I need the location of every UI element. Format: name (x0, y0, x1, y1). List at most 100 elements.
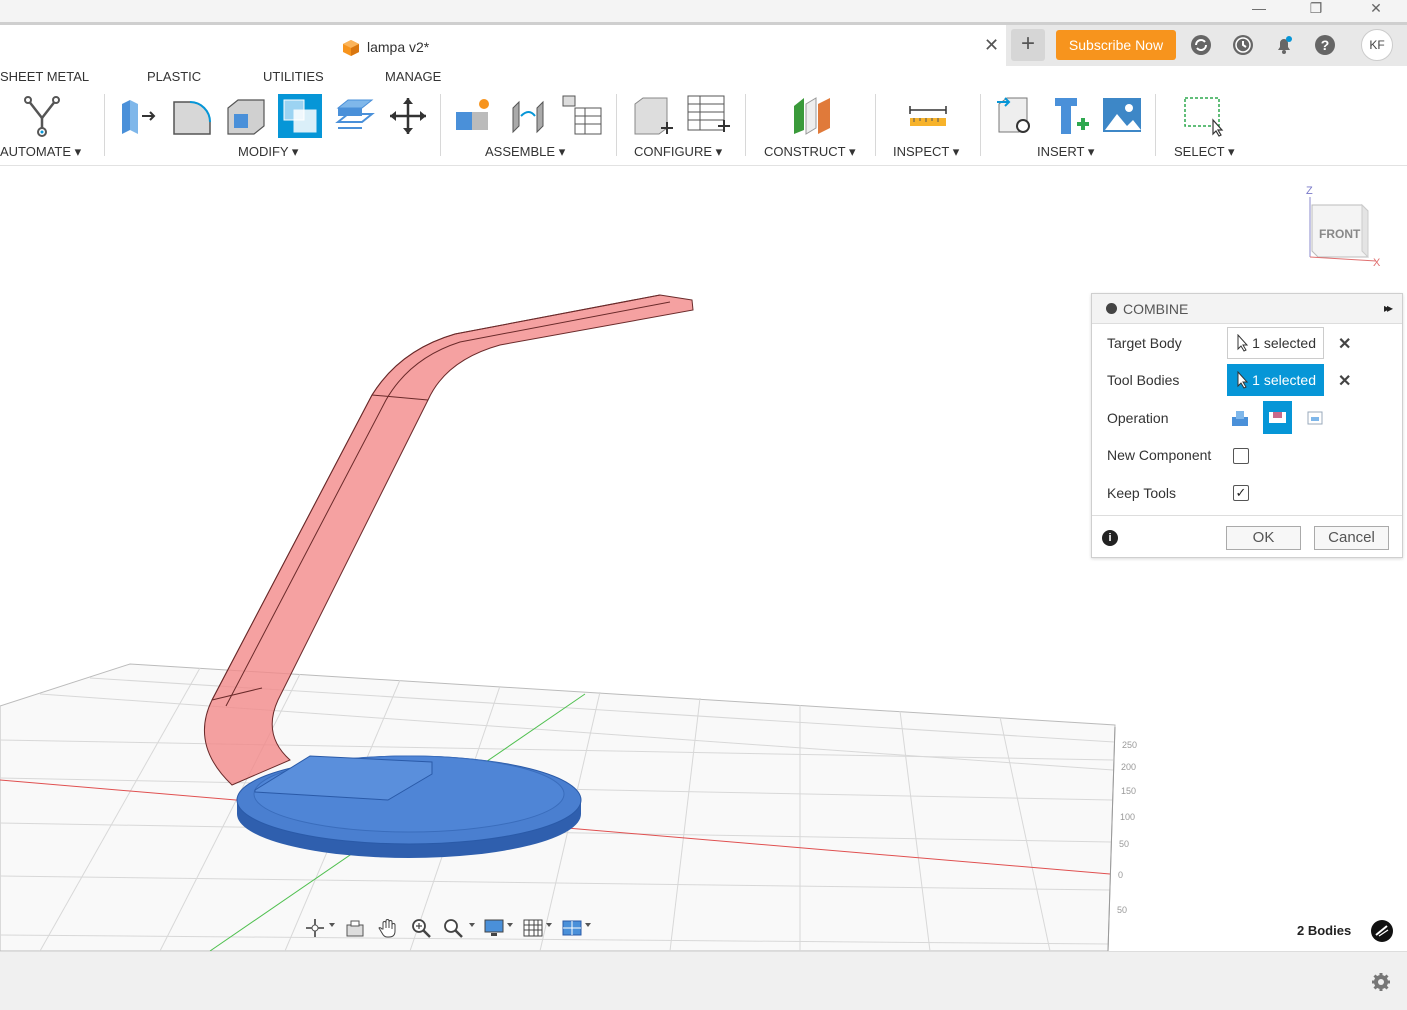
separator (1155, 94, 1156, 156)
document-title: lampa v2* (367, 39, 430, 55)
tool-bodies-selector[interactable]: 1 selected (1227, 364, 1324, 396)
operation-cut-button[interactable] (1263, 401, 1292, 434)
viewports-icon[interactable] (561, 917, 583, 939)
user-avatar[interactable]: KF (1361, 29, 1393, 61)
group-modify[interactable]: MODIFY ▾ (238, 144, 298, 160)
operation-label: Operation (1107, 410, 1169, 426)
target-body-selector[interactable]: 1 selected (1227, 327, 1324, 359)
configure-icon[interactable] (631, 94, 675, 138)
ruler-labels: 250 200 150 100 50 0 50 (1117, 740, 1161, 940)
chevron-down-icon[interactable] (329, 923, 335, 927)
group-select[interactable]: SELECT ▾ (1174, 144, 1234, 160)
keep-tools-checkbox[interactable]: ✓ (1233, 485, 1249, 501)
grid-settings-icon[interactable] (522, 917, 544, 939)
sync-icon[interactable] (1189, 33, 1213, 57)
clear-tool-bodies-button[interactable]: ✕ (1338, 371, 1351, 391)
canvas-viewport[interactable]: 250 200 150 100 50 0 50 Z X FRONT COMBIN… (0, 167, 1407, 951)
settings-gear-icon[interactable] (1371, 972, 1391, 992)
tab-sheet-metal[interactable]: SHEET METAL (0, 69, 89, 84)
separator (875, 94, 876, 156)
separator (745, 94, 746, 156)
3d-scene[interactable] (0, 167, 1407, 951)
tab-plastic[interactable]: PLASTIC (147, 69, 201, 84)
target-body-value: 1 selected (1252, 335, 1316, 351)
keep-tools-label: Keep Tools (1107, 485, 1177, 501)
speed-gauge-icon (1375, 925, 1389, 937)
group-inspect[interactable]: INSPECT ▾ (893, 144, 959, 160)
bill-of-materials-icon[interactable] (561, 94, 605, 138)
collapse-icon[interactable] (1106, 303, 1117, 314)
main-toolbar: SHEET METAL PLASTIC UTILITIES MANAGE AUT… (0, 66, 1407, 166)
subscribe-button[interactable]: Subscribe Now (1056, 30, 1176, 60)
orbit-icon[interactable] (304, 917, 326, 939)
tab-manage[interactable]: MANAGE (385, 69, 441, 84)
cursor-icon (1237, 334, 1249, 352)
group-assemble[interactable]: ASSEMBLE ▾ (485, 144, 565, 160)
ruler-tick: 200 (1121, 762, 1137, 772)
cancel-button[interactable]: Cancel (1314, 526, 1389, 550)
group-automate[interactable]: AUTOMATE ▾ (0, 144, 81, 160)
ruler-tick: 250 (1122, 740, 1138, 750)
status-bar (0, 951, 1407, 1010)
group-construct[interactable]: CONSTRUCT ▾ (764, 144, 856, 160)
operation-join-icon[interactable] (1230, 409, 1250, 427)
automate-icon[interactable] (20, 94, 64, 138)
insert-derive-icon[interactable] (993, 94, 1037, 138)
bodies-count: 2 Bodies (1297, 923, 1352, 938)
ok-button[interactable]: OK (1226, 526, 1301, 550)
display-settings-icon[interactable] (483, 917, 505, 939)
window-close-button[interactable]: ✕ (1353, 0, 1399, 22)
viewcube[interactable]: Z X FRONT (1300, 185, 1382, 269)
insert-canvas-icon[interactable] (1101, 94, 1145, 138)
pan-icon[interactable] (377, 917, 399, 939)
combine-dialog-header[interactable]: COMBINE ▸▸ (1092, 294, 1402, 324)
insert-mcmaster-icon[interactable] (1047, 94, 1091, 138)
offset-plane-icon[interactable] (790, 94, 834, 138)
new-component-checkbox[interactable] (1233, 448, 1249, 464)
viewcube-front-face[interactable]: FRONT (1319, 227, 1360, 241)
chevron-down-icon[interactable] (469, 923, 475, 927)
press-pull-icon[interactable] (116, 94, 160, 138)
performance-icon[interactable] (1371, 920, 1393, 942)
expand-icon[interactable]: ▸▸ (1384, 301, 1393, 315)
operation-intersect-icon[interactable] (1305, 409, 1325, 427)
ruler-tick: 150 (1121, 786, 1137, 796)
restore-button[interactable]: ❐ (1293, 0, 1339, 22)
new-tab-button[interactable]: + (1011, 29, 1045, 61)
minimize-button[interactable]: — (1236, 0, 1282, 22)
combine-icon (283, 99, 317, 133)
configuration-table-icon[interactable] (686, 94, 730, 138)
replace-face-icon[interactable] (332, 94, 376, 138)
move-icon[interactable] (386, 94, 430, 138)
look-at-icon[interactable] (344, 917, 366, 939)
help-icon[interactable]: ? (1313, 33, 1337, 57)
group-insert[interactable]: INSERT ▾ (1037, 144, 1094, 160)
chevron-down-icon[interactable] (585, 923, 591, 927)
svg-text:?: ? (1321, 37, 1330, 53)
target-body-label: Target Body (1107, 335, 1182, 351)
zoom-window-icon[interactable] (442, 917, 464, 939)
chevron-down-icon[interactable] (507, 923, 513, 927)
shell-icon[interactable] (224, 94, 268, 138)
document-close-button[interactable]: ✕ (984, 35, 999, 56)
joint-icon[interactable] (507, 94, 551, 138)
tab-utilities[interactable]: UTILITIES (263, 69, 324, 84)
chevron-down-icon[interactable] (546, 923, 552, 927)
measure-icon[interactable] (906, 94, 950, 138)
notifications-icon[interactable] (1272, 33, 1296, 57)
tool-bodies-label: Tool Bodies (1107, 372, 1180, 388)
select-window-icon[interactable] (1181, 94, 1225, 138)
zoom-icon[interactable] (410, 917, 432, 939)
clear-target-body-button[interactable]: ✕ (1338, 334, 1351, 354)
operation-cut-icon (1269, 412, 1286, 423)
viewcube-graphic[interactable] (1300, 185, 1382, 267)
fillet-icon[interactable] (170, 94, 214, 138)
cursor-icon (1237, 371, 1249, 389)
new-component-icon[interactable] (452, 94, 496, 138)
combine-tool-button[interactable] (278, 94, 322, 138)
history-icon[interactable] (1231, 33, 1255, 57)
document-tab[interactable]: lampa v2* ✕ (0, 25, 1006, 66)
tool-bodies-value: 1 selected (1252, 372, 1316, 388)
group-configure[interactable]: CONFIGURE ▾ (634, 144, 722, 160)
info-icon[interactable]: i (1102, 530, 1118, 546)
